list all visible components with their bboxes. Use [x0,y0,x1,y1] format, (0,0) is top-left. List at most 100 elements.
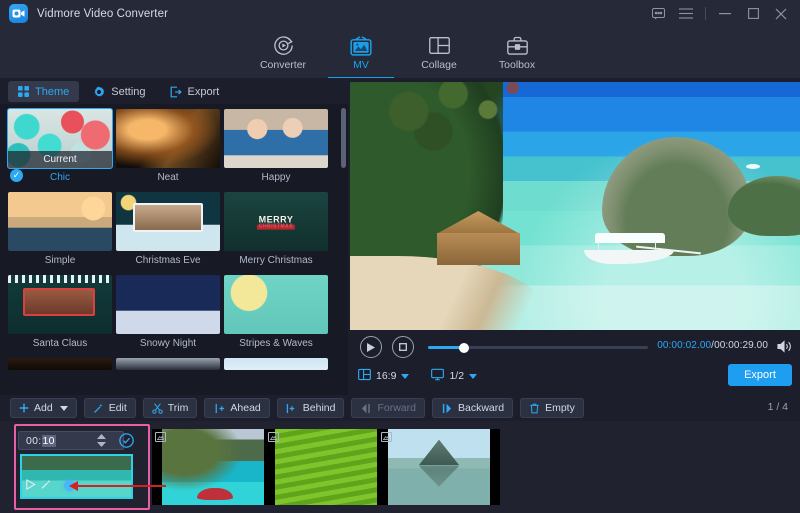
timeline-clip-kayak[interactable] [152,429,274,505]
tab-collage[interactable]: Collage [400,27,478,79]
menu-icon[interactable] [673,0,699,27]
theme-label: Chic [50,172,70,183]
tab-setting[interactable]: Setting [83,81,155,102]
theme-grid: Current ✓ Chic Neat Happy Simple [8,109,338,370]
move-backward-icon [441,403,453,414]
feedback-icon[interactable] [645,0,671,27]
ahead-button[interactable]: Ahead [204,398,269,418]
divider [705,7,706,20]
theme-item-neat[interactable]: Neat [116,109,220,186]
theme-item-happy[interactable]: Happy [224,109,328,186]
duration-input[interactable]: 00:10 [18,431,124,450]
theme-thumbnail [8,358,112,370]
theme-item-partial-1[interactable] [8,358,112,370]
timeline-clip-rice-terrace[interactable] [265,429,387,505]
timeline-clip-selected-lagoon[interactable] [20,454,133,499]
tab-theme[interactable]: Theme [8,81,79,102]
edit-button[interactable]: Edit [84,398,136,418]
minimize-icon[interactable] [712,0,738,27]
scrollbar-thumb[interactable] [341,108,346,168]
player-options-row: 16:9 1/2 Export [350,363,800,389]
aspect-ratio-select[interactable]: 16:9 [358,368,409,384]
progress-fill [428,346,463,349]
duration-prefix: 00: [26,435,42,447]
tab-export-label: Export [188,86,220,98]
empty-button-label: Empty [545,402,575,414]
clip-thumbnail [378,429,500,505]
timeline-clip-mountain-lake[interactable] [378,429,500,505]
duration-stepper[interactable] [97,434,106,447]
magic-wand-icon[interactable] [41,477,52,495]
theme-item-santa-claus[interactable]: Santa Claus [8,275,112,352]
theme-thumbnail [224,109,328,168]
theme-label: Simple [8,251,112,269]
toolbox-icon [507,36,528,56]
player-transport-row: 00:00:02.00/00:00:29.00 [350,336,800,358]
video-preview[interactable] [350,82,800,330]
move-forward-icon [360,403,372,414]
tab-toolbox[interactable]: Toolbox [478,27,556,79]
tab-mv-label: MV [353,59,369,71]
progress-slider[interactable] [428,346,648,349]
theme-item-chic[interactable]: Current ✓ Chic [8,109,112,186]
backward-button[interactable]: Backward [432,398,513,418]
theme-label-wrap: ✓ Chic [8,168,112,186]
add-button[interactable]: Add [10,398,77,418]
clip-action-icons [25,477,52,495]
magic-wand-icon [93,403,104,414]
app-logo-icon [9,4,28,23]
tab-toolbox-label: Toolbox [499,59,535,71]
maximize-icon[interactable] [740,0,766,27]
theme-item-snowy-night[interactable]: Snowy Night [116,275,220,352]
theme-item-stripes-waves[interactable]: Stripes & Waves [224,275,328,352]
preview-image [350,82,800,330]
trim-button[interactable]: Trim [143,398,198,418]
tab-export[interactable]: Export [160,81,230,102]
trash-icon [529,403,540,414]
image-badge-icon [155,432,166,442]
collage-icon [429,36,450,56]
tab-converter[interactable]: Converter [244,27,322,79]
play-button[interactable] [360,336,382,358]
chevron-down-icon[interactable] [469,374,477,379]
volume-icon[interactable] [777,340,792,358]
close-icon[interactable] [768,0,794,27]
ahead-button-label: Ahead [230,402,260,414]
theme-item-christmas-eve[interactable]: Christmas Eve [116,192,220,269]
quality-select[interactable]: 1/2 [431,368,477,384]
duration-value: 00:10 [26,435,56,447]
gear-icon [93,86,105,98]
tab-mv[interactable]: MV [322,27,400,79]
total-time: 00:00:29.00 [714,340,768,351]
theme-item-partial-3[interactable] [224,358,328,370]
theme-thumbnail [116,358,220,370]
image-badge-icon [268,432,279,442]
theme-item-partial-2[interactable] [116,358,220,370]
theme-thumbnail [116,109,220,168]
app-title: Vidmore Video Converter [37,8,168,20]
tab-collage-label: Collage [421,59,457,71]
theme-panel[interactable]: Current ✓ Chic Neat Happy Simple [0,104,348,395]
duration-confirm-button[interactable] [118,432,134,448]
tab-converter-label: Converter [260,59,306,71]
theme-item-merry-christmas[interactable]: MERRYCHRISTMAS Merry Christmas [224,192,328,269]
play-icon[interactable] [25,477,36,495]
behind-button[interactable]: Behind [277,398,345,418]
progress-handle[interactable] [459,343,469,353]
theme-item-simple[interactable]: Simple [8,192,112,269]
chevron-down-icon[interactable] [401,374,409,379]
time-display: 00:00:02.00/00:00:29.00 [657,340,768,351]
theme-scrollbar[interactable] [341,108,346,391]
theme-thumbnail [116,192,220,251]
insert-behind-icon [286,403,298,414]
scissors-icon [152,403,163,414]
export-button[interactable]: Export [728,364,792,386]
theme-thumbnail [224,358,328,370]
duration-selected: 10 [42,435,56,447]
empty-button[interactable]: Empty [520,398,584,418]
theme-thumbnail [224,275,328,334]
stop-button[interactable] [392,336,414,358]
check-circle-icon: ✓ [10,169,23,182]
forward-button[interactable]: Forward [351,398,425,418]
chevron-down-icon[interactable] [60,406,68,411]
